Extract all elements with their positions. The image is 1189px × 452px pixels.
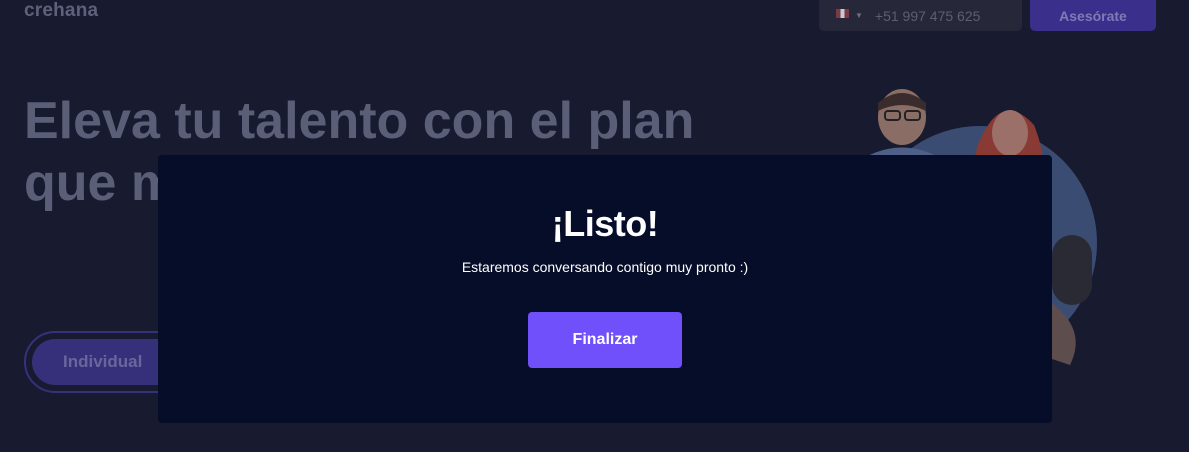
finish-button[interactable]: Finalizar bbox=[528, 312, 682, 368]
modal-subtitle: Estaremos conversando contigo muy pronto… bbox=[461, 259, 749, 275]
phone-number: +51 997 475 625 bbox=[874, 7, 981, 24]
crehana-logo[interactable]: crehana bbox=[24, 0, 98, 22]
modal-title: ¡Listo! bbox=[551, 203, 659, 244]
chevron-down-icon: ▼ bbox=[855, 11, 863, 20]
peru-flag-icon bbox=[836, 9, 849, 18]
advise-button[interactable]: Asesórate bbox=[1030, 0, 1156, 31]
phone-selector[interactable]: ▼ +51 997 475 625 bbox=[819, 0, 1022, 31]
success-modal: ¡Listo! Estaremos conversando contigo mu… bbox=[158, 155, 1052, 423]
